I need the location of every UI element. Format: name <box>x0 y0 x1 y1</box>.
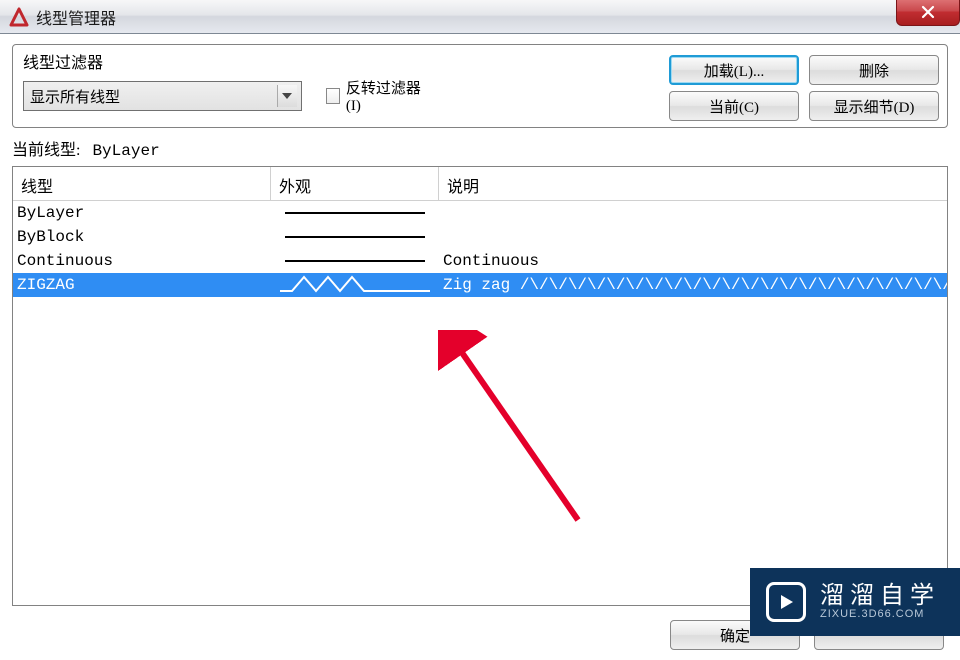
cell-linetype-name: ByLayer <box>13 204 271 222</box>
chevron-down-icon <box>277 85 297 107</box>
watermark-text-cn: 溜溜自学 <box>820 584 940 608</box>
checkbox-icon <box>326 88 340 104</box>
filter-group-label: 线型过滤器 <box>23 49 423 73</box>
show-details-button[interactable]: 显示细节(D) <box>809 91 939 121</box>
table-row[interactable]: ByBlock <box>13 225 947 249</box>
table-header: 线型 外观 说明 <box>13 167 947 201</box>
play-icon <box>766 582 806 622</box>
app-icon <box>8 6 30 28</box>
cell-appearance <box>271 212 439 214</box>
invert-filter-label: 反转过滤器(I) <box>346 77 423 115</box>
header-appearance[interactable]: 外观 <box>271 167 439 200</box>
watermark-text-en: ZIXUE.3D66.COM <box>820 608 940 620</box>
client-area: 线型过滤器 显示所有线型 反转过滤器(I) 加载(L)... 删除 当前(C) … <box>0 34 960 616</box>
cell-description: Zig zag /\/\/\/\/\/\/\/\/\/\/\/\/\/\/\/\… <box>439 276 947 294</box>
filter-dropdown-value: 显示所有线型 <box>30 86 120 107</box>
current-linetype: 当前线型: ByLayer <box>12 134 948 166</box>
cell-appearance <box>271 236 439 238</box>
table-row[interactable]: ZIGZAG Zig zag /\/\/\/\/\/\/\/\/\/\/\/\/\… <box>13 273 947 297</box>
table-body: ByLayer ByBlock Continuous Continuous ZIGZAG… <box>13 201 947 297</box>
linetype-table: 线型 外观 说明 ByLayerByBlockContinuousContinu… <box>12 166 948 606</box>
cell-linetype-name: ZIGZAG <box>13 276 271 294</box>
delete-button[interactable]: 删除 <box>809 55 939 85</box>
cell-description: Continuous <box>439 252 947 270</box>
window-title: 线型管理器 <box>36 5 116 29</box>
current-linetype-value: ByLayer <box>92 142 159 160</box>
table-row[interactable]: ByLayer <box>13 201 947 225</box>
cell-linetype-name: ByBlock <box>13 228 271 246</box>
filter-group: 线型过滤器 显示所有线型 反转过滤器(I) 加载(L)... 删除 当前(C) … <box>12 44 948 128</box>
close-icon <box>920 4 936 20</box>
current-linetype-label: 当前线型: <box>12 142 80 159</box>
watermark: 溜溜自学 ZIXUE.3D66.COM <box>750 568 960 636</box>
cell-appearance <box>271 275 439 295</box>
cell-linetype-name: Continuous <box>13 252 271 270</box>
table-row[interactable]: Continuous Continuous <box>13 249 947 273</box>
filter-dropdown[interactable]: 显示所有线型 <box>23 81 302 111</box>
set-current-button[interactable]: 当前(C) <box>669 91 799 121</box>
header-linetype[interactable]: 线型 <box>13 167 271 200</box>
close-button[interactable] <box>896 0 960 26</box>
header-description[interactable]: 说明 <box>439 167 947 200</box>
cell-appearance <box>271 260 439 262</box>
titlebar: 线型管理器 <box>0 0 960 34</box>
invert-filter-checkbox[interactable]: 反转过滤器(I) <box>326 77 423 115</box>
load-button[interactable]: 加载(L)... <box>669 55 799 85</box>
